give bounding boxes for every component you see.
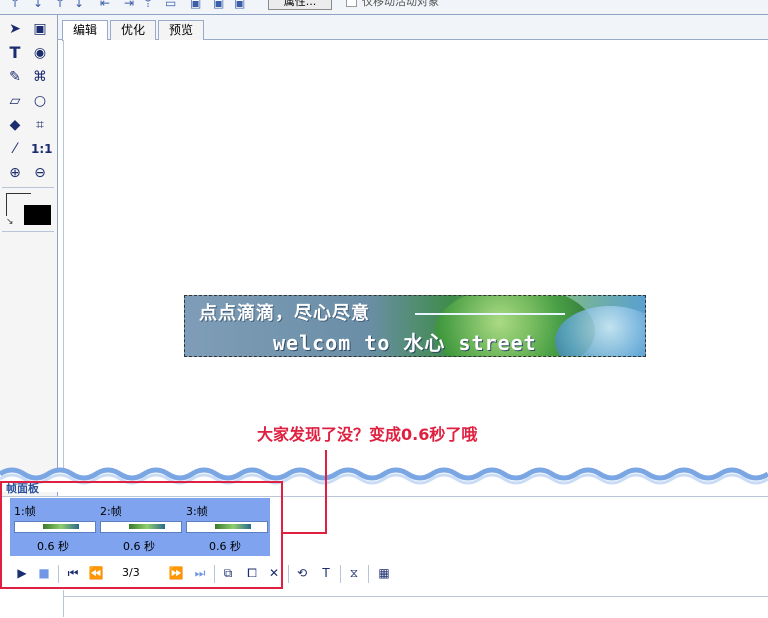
arrow-down-bar-icon[interactable]: ↧ [74, 0, 84, 10]
frame-item[interactable]: 2:帧 0.6 秒 [96, 498, 182, 556]
play-icon[interactable]: ▶ [14, 565, 30, 581]
controls-divider [340, 565, 341, 583]
frame-label: 3:帧 [186, 505, 208, 518]
tween-icon[interactable]: ⟲ [294, 565, 310, 581]
delete-frame-icon[interactable]: ✕ [266, 565, 282, 581]
annotation-connector [283, 532, 327, 534]
frame-thumbnail[interactable] [14, 521, 96, 533]
controls-divider [288, 565, 289, 583]
layout-icon[interactable]: ▭ [165, 0, 176, 10]
tab-preview[interactable]: 预览 [158, 20, 205, 40]
frames-panel-title: 帧面板 [6, 482, 39, 495]
top-toolbar: ↑ ↓ ↑ ↧ ⇤ ⇥ ⇡ ▭ ▣ ▣ ▣ 属性... 仅移动活动对象 [0, 0, 768, 15]
layout-icon[interactable]: ▣ [234, 0, 245, 10]
frame-label: 1:帧 [14, 505, 36, 518]
text-icon[interactable]: T [6, 44, 24, 62]
crop-icon[interactable]: ⌗ [31, 116, 49, 134]
canvas-area[interactable] [63, 40, 768, 468]
pointer-icon[interactable]: ➤ [6, 20, 24, 38]
first-frame-icon[interactable]: ⏮ [65, 565, 81, 581]
zoom-out-icon[interactable]: ⊖ [31, 164, 49, 182]
tab-edit[interactable]: 编辑 [62, 20, 109, 41]
align-right-icon[interactable]: ⇥ [124, 0, 134, 10]
frame-counter: 3/3 [122, 566, 140, 579]
layout-icon[interactable]: ▣ [213, 0, 224, 10]
annotation-text: 大家发现了没？变成0.6秒了哦 [257, 425, 478, 444]
controls-divider [214, 565, 215, 583]
brush-icon[interactable]: ✎ [6, 68, 24, 86]
duplicate-frame-icon[interactable]: ⧠ [244, 565, 260, 581]
arrow-down-icon[interactable]: ↓ [33, 0, 43, 10]
swap-colors-icon[interactable]: ↘ [6, 217, 14, 227]
arrow-up-icon[interactable]: ↑ [10, 0, 20, 10]
properties-button[interactable]: 属性... [268, 0, 332, 10]
ellipse-select-icon[interactable]: ○ [31, 92, 49, 110]
last-frame-icon[interactable]: ⏭ [192, 565, 208, 581]
tab-optimize[interactable]: 优化 [110, 20, 157, 40]
frame-delay[interactable]: 0.6 秒 [10, 538, 96, 554]
banner-text-line1: 点点滴滴，尽心尽意 [199, 303, 370, 324]
add-frame-icon[interactable]: ⧉ [220, 565, 236, 581]
align-top-icon[interactable]: ⇡ [143, 0, 153, 10]
frame-thumbnail[interactable] [186, 521, 268, 533]
frame-delay[interactable]: 0.6 秒 [182, 538, 268, 554]
annotation-connector [325, 450, 327, 534]
fill-color-swatch[interactable] [24, 205, 51, 225]
lasso-icon[interactable]: ⌘ [31, 68, 49, 86]
frame-delay[interactable]: 0.6 秒 [96, 538, 182, 554]
panel-border [63, 596, 768, 597]
move-active-label: 仅移动活动对象 [362, 0, 439, 8]
torn-edge-divider [0, 467, 768, 492]
text-effect-icon[interactable]: T [318, 565, 334, 581]
frames-strip: 1:帧 0.6 秒 2:帧 0.6 秒 3:帧 0.6 秒 [10, 498, 270, 556]
eyedropper-icon[interactable]: ⁄ [6, 140, 24, 158]
paint-bucket-icon[interactable]: ◆ [6, 116, 24, 134]
frame-item[interactable]: 3:帧 0.6 秒 [182, 498, 268, 556]
frame-item[interactable]: 1:帧 0.6 秒 [10, 498, 96, 556]
tools-divider [2, 231, 54, 232]
frame-thumbnail[interactable] [100, 521, 182, 533]
arrow-up-icon[interactable]: ↑ [55, 0, 65, 10]
banner-underline [415, 313, 565, 315]
controls-divider [368, 565, 369, 583]
rotate-icon[interactable]: ◉ [31, 44, 49, 62]
previous-frame-icon[interactable]: ⏪ [88, 565, 104, 581]
layout-icon[interactable]: ▣ [190, 0, 201, 10]
sync-icon[interactable]: ⧖ [346, 565, 362, 581]
eraser-icon[interactable]: ▱ [6, 92, 24, 110]
stop-icon[interactable]: ■ [36, 565, 52, 581]
controls-divider [58, 565, 59, 583]
select-region-icon[interactable]: ▣ [31, 20, 49, 38]
actual-size-icon[interactable]: 1:1 [31, 140, 53, 158]
document-tabbar: 编辑 优化 预览 [58, 15, 768, 41]
zoom-in-icon[interactable]: ⊕ [6, 164, 24, 182]
next-frame-icon[interactable]: ⏩ [168, 565, 184, 581]
move-active-checkbox[interactable] [346, 0, 357, 7]
banner-text-line2: welcom to 水心 street [273, 331, 537, 355]
panel-border [63, 590, 64, 617]
align-left-icon[interactable]: ⇤ [100, 0, 110, 10]
frame-properties-icon[interactable]: ▦ [376, 565, 392, 581]
tools-divider [2, 187, 54, 188]
banner-image[interactable]: 点点滴滴，尽心尽意 welcom to 水心 street [184, 295, 646, 357]
frame-label: 2:帧 [100, 505, 122, 518]
